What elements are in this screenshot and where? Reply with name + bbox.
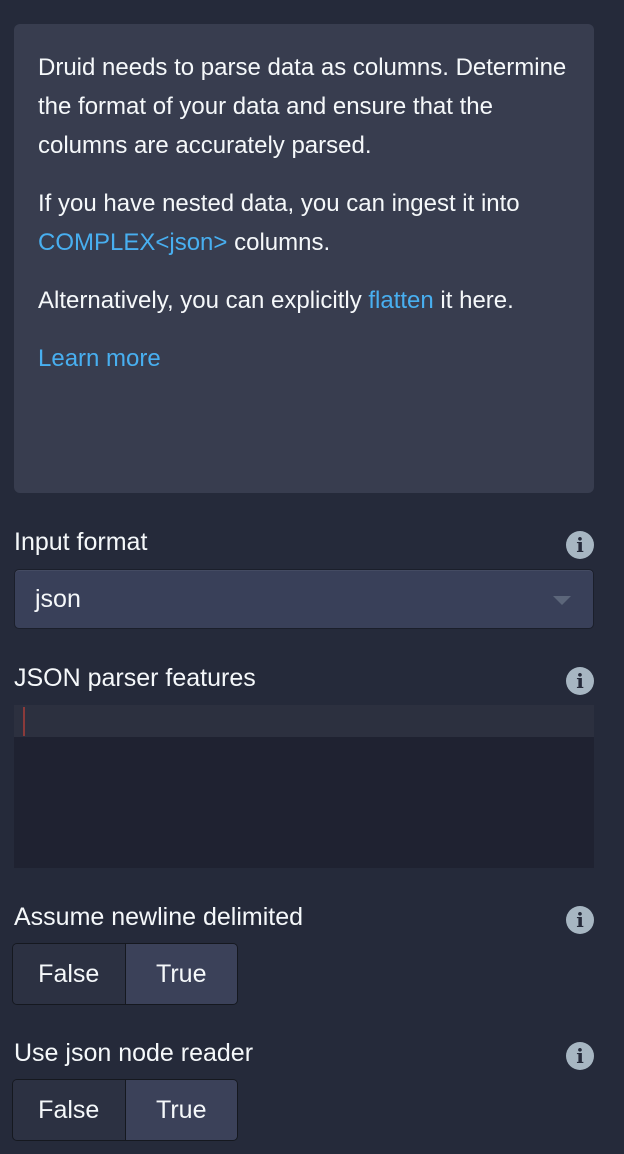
callout-paragraph-flatten: Alternatively, you can explicitly flatte… — [38, 281, 570, 320]
caret-down-icon — [553, 596, 571, 605]
callout-paragraph-format: Druid needs to parse data as columns. De… — [38, 54, 567, 159]
input-format-label: Input format — [14, 528, 148, 556]
info-icon[interactable]: i — [566, 531, 594, 559]
json-parser-features-label: JSON parser features — [14, 664, 256, 692]
intro-callout: Druid needs to parse data as columns. De… — [14, 24, 594, 493]
callout-paragraph-nested: If you have nested data, you can ingest … — [38, 184, 570, 262]
assume-newline-delimited-label: Assume newline delimited — [14, 903, 304, 931]
true-button[interactable]: True — [124, 1080, 237, 1140]
use-json-node-reader-label: Use json node reader — [14, 1039, 254, 1067]
info-icon[interactable]: i — [566, 906, 594, 934]
false-button[interactable]: False — [13, 1080, 125, 1140]
callout-text: it here. — [433, 287, 514, 314]
callout-paragraph-learn-more: Learn more — [38, 339, 570, 378]
info-icon[interactable]: i — [566, 1042, 594, 1070]
false-button[interactable]: False — [13, 944, 125, 1004]
flatten-link[interactable]: flatten — [368, 287, 433, 314]
learn-more-link[interactable]: Learn more — [38, 345, 161, 372]
true-button[interactable]: True — [124, 944, 237, 1004]
callout-text: If you have nested data, you can ingest … — [38, 190, 520, 217]
callout-text: Alternatively, you can explicitly — [38, 287, 369, 314]
info-icon[interactable]: i — [566, 667, 594, 695]
editor-active-line — [14, 705, 594, 737]
callout-text: columns. — [227, 229, 331, 256]
complex-json-link[interactable]: COMPLEX<json> — [38, 229, 227, 256]
input-format-value: json — [35, 585, 81, 613]
use-json-node-reader-toggle: False True — [12, 1079, 238, 1141]
text-cursor — [23, 707, 25, 736]
assume-newline-delimited-toggle: False True — [12, 943, 238, 1005]
json-parser-features-editor[interactable] — [14, 705, 594, 868]
input-format-select[interactable]: json — [14, 569, 594, 629]
